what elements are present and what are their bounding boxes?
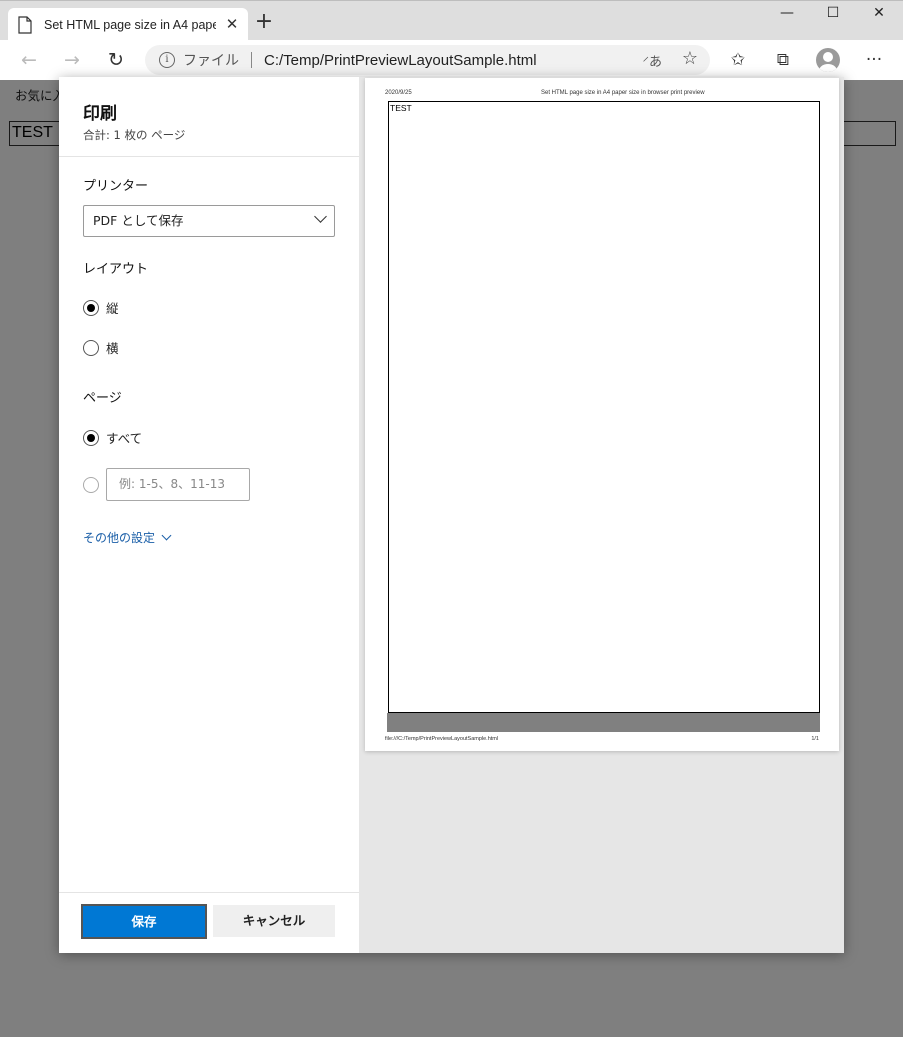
preview-header-date: 2020/9/25: [385, 90, 412, 96]
translate-icon[interactable]: ⸍あ: [642, 51, 662, 70]
info-icon[interactable]: i: [159, 52, 175, 68]
printer-select[interactable]: PDF として保存: [83, 205, 335, 237]
printer-label: プリンター: [83, 179, 149, 194]
layout-label: レイアウト: [83, 262, 149, 277]
print-dialog: 印刷 合計: 1 枚の ページ プリンター PDF として保存 レイアウト 縦 …: [59, 77, 844, 953]
page-total: 合計: 1 枚の ページ: [83, 128, 186, 142]
address-url[interactable]: C:/Temp/PrintPreviewLayoutSample.html: [264, 52, 537, 69]
minimize-button[interactable]: —: [772, 5, 802, 27]
page-range-input[interactable]: 例: 1-5、8、11-13: [106, 468, 250, 501]
preview-page: 2020/9/25 Set HTML page size in A4 paper…: [365, 78, 839, 751]
print-settings-panel: 印刷 合計: 1 枚の ページ プリンター PDF として保存 レイアウト 縦 …: [59, 77, 359, 953]
tab-close-icon[interactable]: ✕: [224, 16, 240, 32]
layout-portrait-option[interactable]: 縦: [83, 298, 119, 317]
protocol-label: ファイル: [183, 53, 239, 69]
pages-range-radio[interactable]: [83, 476, 99, 493]
back-button[interactable]: ←: [17, 48, 41, 72]
address-separator: [251, 52, 252, 68]
portrait-radio[interactable]: [83, 299, 99, 316]
layout-landscape-option[interactable]: 横: [83, 338, 119, 357]
divider: [59, 156, 359, 157]
pages-all-radio[interactable]: [83, 429, 99, 446]
maximize-button[interactable]: ☐: [818, 5, 848, 27]
document-icon: [18, 15, 32, 34]
profile-avatar[interactable]: [816, 48, 840, 72]
pages-all-label: すべて: [106, 431, 143, 446]
preview-footer-page: 1/1: [811, 736, 819, 742]
landscape-radio[interactable]: [83, 339, 99, 356]
refresh-button[interactable]: ↻: [104, 48, 128, 72]
preview-header-title: Set HTML page size in A4 paper size in b…: [541, 90, 705, 96]
printer-selected-value: PDF として保存: [93, 213, 184, 228]
chevron-down-icon: [314, 210, 327, 223]
favorites-icon[interactable]: ✩: [725, 47, 751, 73]
browser-tab[interactable]: Set HTML page size in A4 paper ✕: [8, 8, 248, 41]
tab-title: Set HTML page size in A4 paper: [44, 17, 216, 32]
dialog-title: 印刷: [83, 104, 117, 124]
close-window-button[interactable]: ✕: [864, 5, 894, 27]
collections-icon[interactable]: ⧉: [770, 47, 796, 73]
print-preview-area: 2020/9/25 Set HTML page size in A4 paper…: [359, 77, 844, 953]
portrait-label: 縦: [106, 301, 119, 316]
more-settings-link[interactable]: その他の設定: [83, 529, 172, 546]
preview-body-text: TEST: [390, 103, 412, 113]
preview-gray-band: [387, 713, 820, 732]
save-button[interactable]: 保存: [81, 904, 207, 939]
more-settings-label: その他の設定: [83, 531, 156, 545]
landscape-label: 横: [106, 341, 119, 356]
address-bar[interactable]: i ファイル C:/Temp/PrintPreviewLayoutSample.…: [145, 45, 710, 75]
pages-all-option[interactable]: すべて: [83, 428, 142, 447]
pages-range-option[interactable]: 例: 1-5、8、11-13: [83, 468, 250, 501]
forward-button[interactable]: →: [60, 48, 84, 72]
chevron-down-icon: [161, 530, 172, 541]
cancel-button[interactable]: キャンセル: [213, 905, 335, 937]
pages-label: ページ: [83, 391, 122, 406]
favorite-star-icon[interactable]: ☆: [682, 48, 698, 69]
preview-body-frame: TEST: [388, 101, 820, 713]
footer-divider: [59, 892, 359, 893]
more-menu-icon[interactable]: ···: [861, 47, 887, 73]
title-bar: Set HTML page size in A4 paper ✕ + — ☐ ✕: [0, 0, 903, 41]
preview-footer-url: file:///C:/Temp/PrintPreviewLayoutSample…: [385, 736, 499, 742]
new-tab-button[interactable]: +: [254, 11, 274, 33]
